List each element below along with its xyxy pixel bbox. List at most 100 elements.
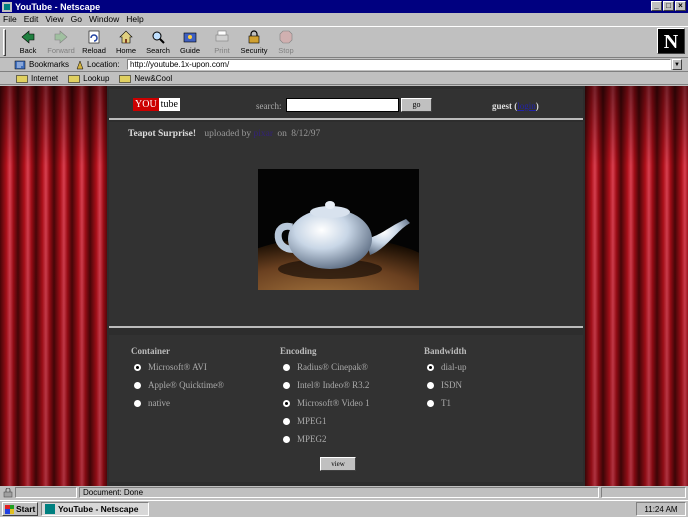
personal-item-label: Lookup [83, 74, 110, 83]
security-status-icon[interactable] [2, 488, 14, 498]
reload-label: Reload [82, 46, 106, 55]
menu-view[interactable]: View [45, 14, 63, 24]
personal-item-new-and-cool[interactable]: New&Cool [119, 74, 172, 83]
guide-icon [183, 32, 197, 43]
radio-button[interactable] [283, 417, 290, 425]
youtube-logo[interactable]: YOU tube [133, 98, 180, 111]
radio-button[interactable] [134, 399, 141, 407]
teapot-video-frame [258, 169, 419, 290]
encoding-option-mpeg1[interactable]: MPEG1 [283, 416, 327, 426]
paren-close: ) [535, 101, 539, 111]
window-title-bar: YouTube - Netscape _ □ × [0, 0, 688, 13]
login-link[interactable]: login [517, 101, 536, 111]
minimize-button[interactable]: _ [651, 1, 662, 11]
home-label: Home [115, 46, 136, 55]
toolbar-grip[interactable] [3, 29, 6, 56]
video-panel: Teapot Surprise! uploaded by pixar on 8/… [109, 122, 583, 328]
bookmarks-button[interactable]: Bookmarks [29, 60, 69, 69]
window-controls: _ □ × [650, 1, 686, 11]
encoding-option-mpeg2[interactable]: MPEG2 [283, 434, 327, 444]
bandwidth-heading: Bandwidth [424, 346, 467, 356]
task-button-netscape[interactable]: YouTube - Netscape [41, 502, 149, 516]
status-text: Document: Done [79, 487, 599, 498]
url-dropdown-chevron-icon[interactable]: ▼ [672, 59, 682, 70]
video-player[interactable] [258, 169, 419, 290]
go-button[interactable]: go [401, 98, 432, 112]
right-curtain [585, 86, 688, 486]
radio-button[interactable] [134, 363, 141, 371]
back-button[interactable]: Back [12, 29, 44, 57]
forward-button[interactable]: Forward [45, 29, 77, 57]
left-curtain [0, 86, 107, 486]
option-label: dial-up [441, 362, 467, 372]
search-label: search: [256, 101, 282, 111]
personal-item-internet[interactable]: Internet [16, 74, 58, 83]
radio-button[interactable] [283, 381, 290, 389]
radio-button[interactable] [134, 381, 141, 389]
menu-file[interactable]: File [3, 14, 17, 24]
option-label: Microsoft® Video 1 [297, 398, 370, 408]
task-label: YouTube - Netscape [58, 504, 139, 514]
close-button[interactable]: × [675, 1, 686, 11]
progress-meter [15, 487, 77, 498]
radio-button[interactable] [427, 363, 434, 371]
home-button[interactable]: Home [110, 29, 142, 57]
content-column: YOU tube search: go guest (login) Teapot… [107, 86, 585, 486]
print-button[interactable]: Print [206, 29, 238, 57]
option-label: Apple® Quicktime® [148, 380, 224, 390]
url-field[interactable]: http://youtube.1x-upon.com/ [127, 59, 671, 70]
option-label: T1 [441, 398, 451, 408]
stop-button[interactable]: Stop [270, 29, 302, 57]
personal-item-lookup[interactable]: Lookup [68, 74, 109, 83]
menu-window[interactable]: Window [89, 14, 119, 24]
bandwidth-option-isdn[interactable]: ISDN [427, 380, 462, 390]
radio-button[interactable] [283, 399, 290, 407]
uploader-link[interactable]: pixar [253, 129, 273, 139]
system-tray-clock[interactable]: 11:24 AM [636, 502, 686, 516]
netscape-logo[interactable]: N [657, 28, 685, 54]
page-viewport[interactable]: YOU tube search: go guest (login) Teapot… [0, 86, 688, 486]
start-button[interactable]: Start [2, 502, 38, 516]
encoding-option-video1[interactable]: Microsoft® Video 1 [283, 398, 370, 408]
netscape-task-icon [45, 504, 55, 514]
start-label: Start [16, 504, 36, 514]
radio-button[interactable] [283, 363, 290, 371]
location-bar: Bookmarks Location: http://youtube.1x-up… [0, 58, 688, 72]
netscape-app-icon [2, 1, 12, 12]
home-icon [119, 30, 133, 44]
search-input[interactable] [286, 98, 399, 112]
option-label: MPEG2 [297, 434, 327, 444]
reload-button[interactable]: Reload [78, 29, 110, 57]
security-button[interactable]: Security [238, 29, 270, 57]
encoding-option-indeo[interactable]: Intel® Indeo® R3.2 [283, 380, 369, 390]
logo-you-text: YOU [133, 98, 159, 111]
guide-label: Guide [179, 46, 200, 55]
container-heading: Container [131, 346, 170, 356]
view-button[interactable]: view [320, 457, 356, 471]
container-option-avi[interactable]: Microsoft® AVI [134, 362, 207, 372]
encoding-heading: Encoding [280, 346, 317, 356]
guest-label: guest [492, 101, 512, 111]
radio-button[interactable] [283, 435, 290, 443]
guide-button[interactable]: Guide [174, 29, 206, 57]
menu-go[interactable]: Go [71, 14, 82, 24]
video-title-line: Teapot Surprise! uploaded by pixar on 8/… [128, 129, 320, 139]
bandwidth-option-dialup[interactable]: dial-up [427, 362, 467, 372]
logo-tube-text: tube [158, 98, 180, 111]
maximize-button[interactable]: □ [663, 1, 674, 11]
container-option-native[interactable]: native [134, 398, 170, 408]
radio-button[interactable] [427, 399, 434, 407]
option-label: Radius® Cinepak® [297, 362, 368, 372]
bandwidth-option-t1[interactable]: T1 [427, 398, 451, 408]
menu-edit[interactable]: Edit [24, 14, 39, 24]
video-title: Teapot Surprise! [128, 129, 197, 139]
menu-help[interactable]: Help [126, 14, 143, 24]
site-header: YOU tube search: go guest (login) [109, 89, 583, 120]
back-label: Back [19, 46, 37, 55]
container-option-quicktime[interactable]: Apple® Quicktime® [134, 380, 224, 390]
search-button[interactable]: Search [142, 29, 174, 57]
encoding-option-cinepak[interactable]: Radius® Cinepak® [283, 362, 368, 372]
radio-button[interactable] [427, 381, 434, 389]
folder-icon [16, 75, 28, 83]
guest-status: guest (login) [492, 101, 539, 111]
